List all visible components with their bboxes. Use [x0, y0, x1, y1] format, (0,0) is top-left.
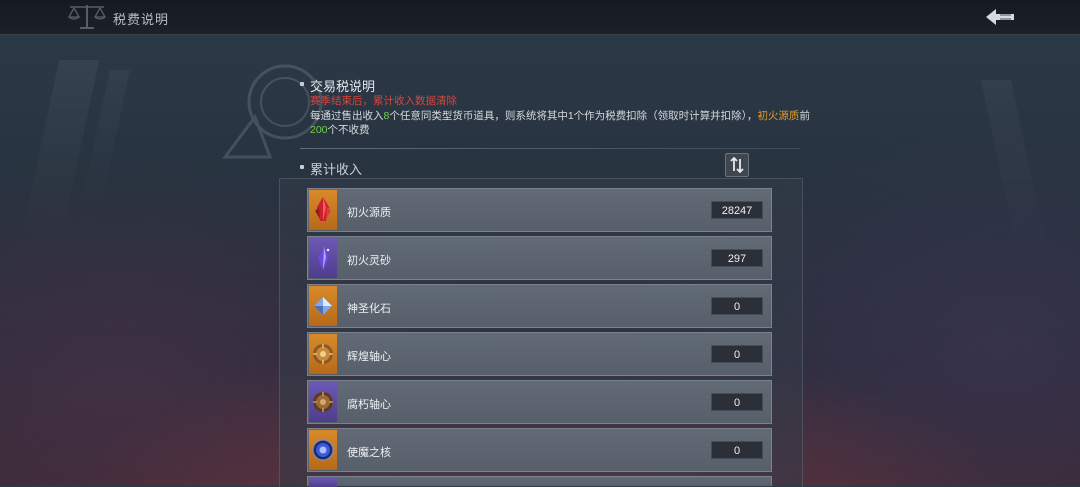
item-frame [309, 430, 337, 470]
section-bullet [300, 165, 304, 169]
scales-icon [67, 5, 107, 29]
page-title: 税费说明 [113, 12, 170, 27]
item-frame [309, 238, 337, 278]
blue-orb-icon [312, 439, 334, 461]
item-frame [309, 334, 337, 374]
bronze-core-icon [313, 392, 333, 412]
top-bar: 税费说明 [0, 0, 1080, 35]
back-arrow-icon[interactable] [980, 5, 1020, 29]
blue-gem-icon [314, 297, 332, 315]
item-name: 初火源质 [347, 207, 391, 219]
item-value: 0 [711, 393, 763, 411]
background-decoration [80, 70, 130, 210]
item-name: 辉煌轴心 [347, 351, 391, 363]
section-divider [300, 148, 800, 149]
item-name: 神圣化石 [347, 303, 391, 315]
desc-text: 前 [799, 110, 810, 122]
item-frame [309, 382, 337, 422]
income-row[interactable]: 辉煌轴心 0 [307, 332, 772, 376]
item-name: 腐朽轴心 [347, 399, 391, 411]
desc-item-name: 初火源质 [757, 110, 800, 122]
red-crystal-icon [315, 197, 331, 221]
income-title: 累计收入 [310, 162, 363, 177]
income-row[interactable]: 神圣化石 0 [307, 284, 772, 328]
section-bullet [300, 82, 304, 86]
desc-text: 个不收费 [327, 124, 370, 136]
item-value: 0 [711, 441, 763, 459]
income-row[interactable]: 初火源质 28247 [307, 188, 772, 232]
income-row[interactable]: 使魔之核 0 [307, 428, 772, 472]
item-name: 初火灵砂 [347, 255, 391, 267]
sort-button[interactable] [725, 153, 749, 177]
background-decoration [980, 80, 1050, 260]
item-frame [309, 286, 337, 326]
income-row[interactable]: 腐朽轴心 0 [307, 380, 772, 424]
gold-core-icon [313, 344, 333, 364]
background-decoration [20, 60, 100, 240]
purple-shard-icon [318, 246, 330, 270]
item-frame [309, 190, 337, 230]
item-name: 使魔之核 [347, 447, 391, 459]
sort-icon [730, 156, 744, 174]
item-value: 28247 [711, 201, 763, 219]
item-value: 297 [711, 249, 763, 267]
desc-text: 每通过售出收入 [310, 110, 384, 122]
item-value: 0 [711, 297, 763, 315]
season-reset-warning: 赛季结束后，累计收入数据清除 [310, 95, 457, 107]
income-row[interactable]: 初火灵砂 297 [307, 236, 772, 280]
income-row-partial[interactable] [307, 476, 772, 487]
item-value: 0 [711, 345, 763, 363]
desc-text: 个任意同类型货币道具，则系统将其中1个作为税费扣除（领取时计算并扣除）， [389, 110, 758, 122]
tax-description: 每通过售出收入8个任意同类型货币道具，则系统将其中1个作为税费扣除（领取时计算并… [310, 109, 820, 137]
desc-limit: 200 [310, 124, 328, 136]
